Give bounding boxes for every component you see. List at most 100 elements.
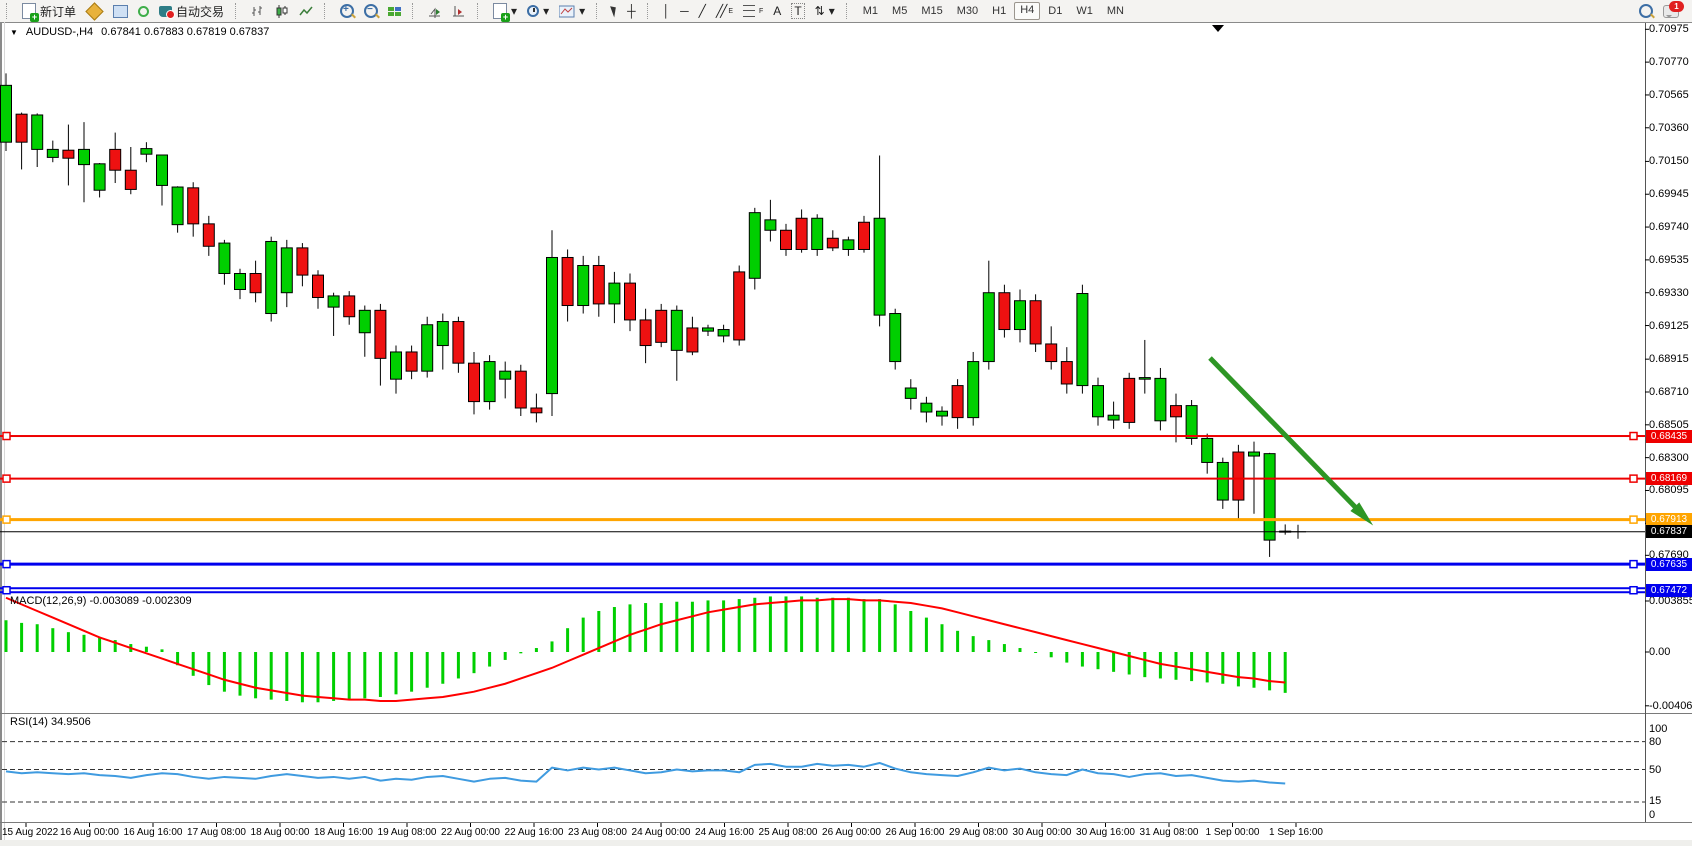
toolbar-drag-handle[interactable] [6, 3, 14, 19]
price-line[interactable] [0, 478, 1645, 480]
macd-histogram-bar [1159, 652, 1162, 678]
bar-chart-button[interactable] [246, 1, 270, 21]
line-handle[interactable] [1630, 561, 1637, 568]
crosshair-tool-button[interactable]: ┼ [622, 1, 641, 21]
chart-canvas[interactable] [0, 22, 1692, 846]
toolbar-separator [477, 3, 485, 19]
macd-histogram-bar [566, 628, 569, 652]
candle-body [1093, 386, 1104, 417]
candle-body [703, 328, 714, 331]
zoom-out-button[interactable]: − [359, 1, 383, 21]
periods-button[interactable]: ▾ [522, 1, 554, 21]
macd-histogram-bar [98, 637, 101, 652]
macd-histogram-bar [597, 611, 600, 652]
macd-histogram-bar [36, 624, 39, 652]
candle-body [328, 296, 339, 307]
macd-histogram-bar [987, 640, 990, 652]
line-handle[interactable] [3, 433, 10, 440]
candle-body [593, 265, 604, 303]
arrows-tool-button[interactable]: ⇅▾ [810, 1, 840, 21]
macd-histogram-bar [707, 600, 710, 652]
candle-body [188, 188, 199, 224]
line-chart-button[interactable] [294, 1, 318, 21]
line-handle[interactable] [3, 587, 10, 594]
rsi-indicator-label: RSI(14) 34.9506 [10, 716, 91, 728]
timeframe-m1[interactable]: M1 [857, 2, 884, 20]
candlestick-chart-icon [275, 5, 289, 18]
new-order-button[interactable]: + 新订单 [17, 1, 81, 21]
line-handle[interactable] [3, 561, 10, 568]
vertical-line-tool-button[interactable]: │ [658, 1, 676, 21]
macd-histogram-bar [1050, 652, 1053, 657]
timeframe-h1[interactable]: H1 [986, 2, 1012, 20]
candle-body [1264, 454, 1275, 540]
price-axis-tick-label: 0.69740 [1649, 221, 1691, 233]
title-dropdown-icon[interactable]: ▼ [10, 28, 18, 37]
line-handle[interactable] [1630, 475, 1637, 482]
price-line[interactable] [0, 435, 1645, 437]
candle-body [952, 386, 963, 418]
line-handle[interactable] [3, 475, 10, 482]
macd-histogram-bar [816, 598, 819, 652]
price-line[interactable] [0, 563, 1645, 566]
search-button[interactable] [1634, 1, 1658, 21]
chart-shift-marker[interactable] [1212, 25, 1224, 32]
candle-body [453, 322, 464, 364]
macd-name: MACD(12,26,9) [10, 595, 86, 607]
chart-shift-button[interactable] [447, 1, 471, 21]
auto-scroll-button[interactable] [423, 1, 447, 21]
candle-body [812, 218, 823, 249]
tile-windows-button[interactable] [383, 1, 406, 21]
macd-histogram-bar [223, 652, 226, 692]
notifications-button[interactable]: 1 [1658, 1, 1684, 21]
zoom-in-button[interactable]: + [335, 1, 359, 21]
line-handle[interactable] [1630, 433, 1637, 440]
signals-button[interactable] [133, 1, 154, 21]
candle-body [1202, 438, 1213, 462]
text-tool-icon: A [773, 4, 781, 18]
timeframe-mn[interactable]: MN [1101, 2, 1130, 20]
candlestick-chart-button[interactable] [270, 1, 294, 21]
trendline-tool-button[interactable]: ╱ [694, 1, 711, 21]
fibonacci-tool-button[interactable]: F [738, 1, 768, 21]
new-order-icon: + [22, 3, 36, 19]
chart-symbol-period: AUDUSD-,H4 [26, 26, 93, 38]
text-tool-button[interactable]: A [768, 1, 786, 21]
search-icon [1639, 4, 1653, 18]
toolbar-separator [647, 3, 655, 19]
channel-icon: ╱╱ [716, 5, 724, 17]
line-handle[interactable] [1630, 587, 1637, 594]
channel-tool-button[interactable]: ╱╱E [711, 1, 738, 21]
horizontal-line-tool-button[interactable]: ─ [675, 1, 694, 21]
candle-body [281, 248, 292, 293]
cursor-tool-button[interactable] [607, 1, 622, 21]
indicators-button[interactable]: + ▾ [488, 1, 522, 21]
macd-histogram-bar [1190, 652, 1193, 681]
macd-histogram-bar [1065, 652, 1068, 663]
market-watch-button[interactable] [108, 1, 133, 21]
metaeditor-button[interactable] [81, 1, 108, 21]
line-handle[interactable] [3, 516, 10, 523]
text-label-tool-button[interactable]: T [786, 1, 809, 21]
candle-body [500, 371, 511, 379]
candle-body [937, 411, 948, 416]
candle-body [859, 222, 870, 249]
dropdown-arrow-icon: ▾ [543, 5, 549, 17]
timeframe-m15[interactable]: M15 [915, 2, 948, 20]
auto-trading-button[interactable]: 自动交易 [154, 1, 229, 21]
candle-body [983, 293, 994, 362]
timeframe-m30[interactable]: M30 [951, 2, 984, 20]
candle-body [999, 293, 1010, 330]
timeframe-h4[interactable]: H4 [1014, 2, 1040, 20]
candle-body [1233, 452, 1244, 500]
candle-body [1186, 406, 1197, 439]
timeframe-group: M1M5M15M30H1H4D1W1MN [857, 2, 1130, 20]
timeframe-d1[interactable]: D1 [1042, 2, 1068, 20]
price-line[interactable] [0, 518, 1645, 521]
macd-histogram-bar [270, 652, 273, 700]
templates-button[interactable]: ▾ [554, 1, 590, 21]
line-handle[interactable] [1630, 516, 1637, 523]
timeframe-w1[interactable]: W1 [1070, 2, 1099, 20]
timeframe-m5[interactable]: M5 [886, 2, 913, 20]
price-axis-tick-label: 0.69330 [1649, 287, 1691, 299]
